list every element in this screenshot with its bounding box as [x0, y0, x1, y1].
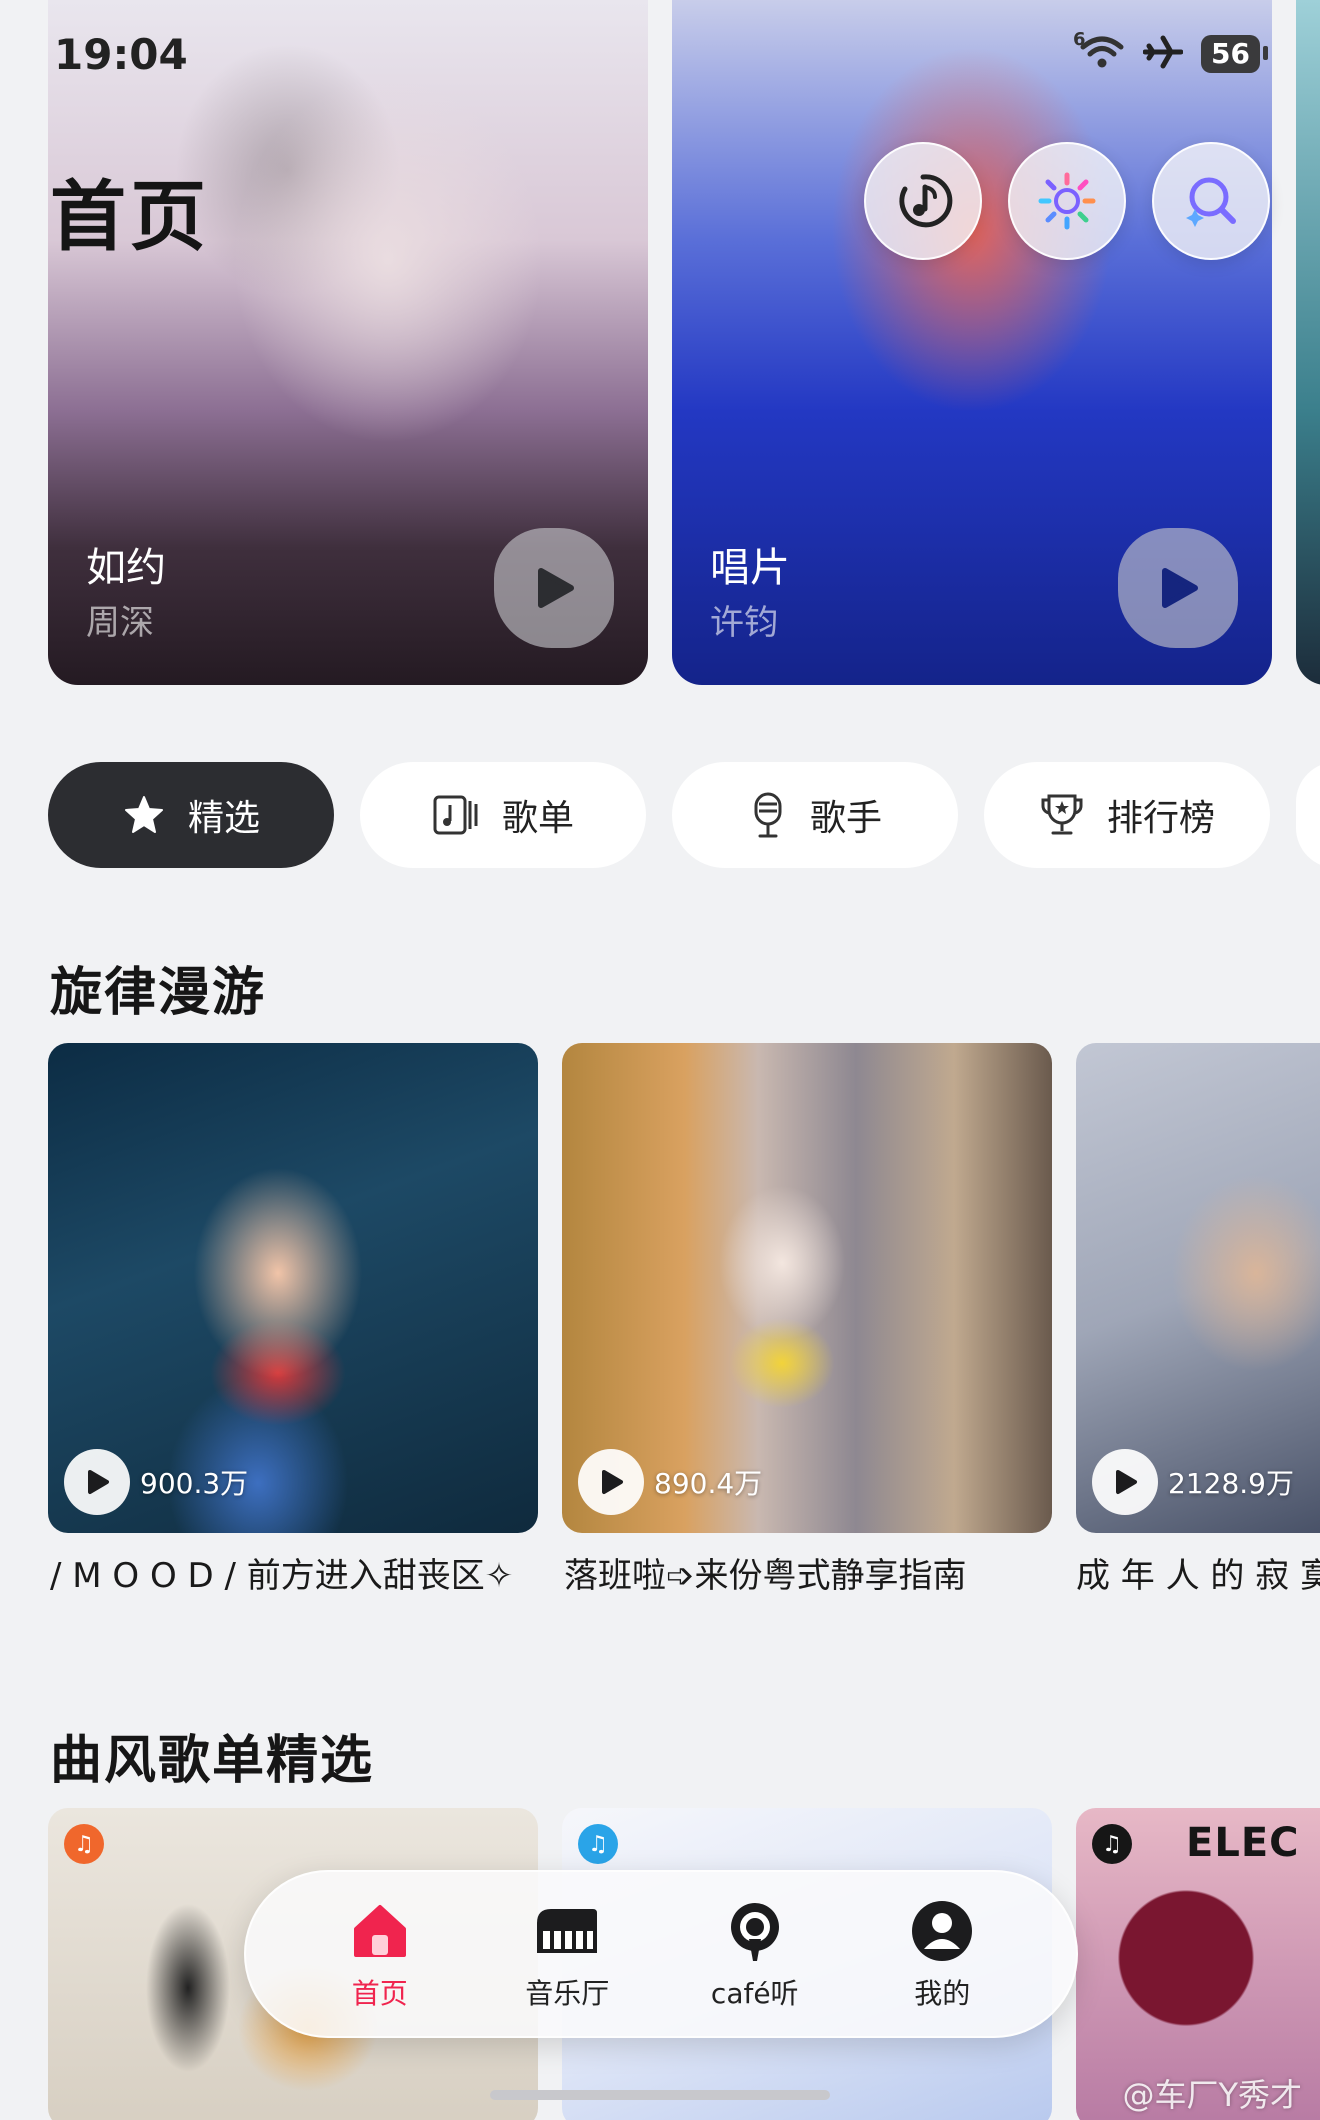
tab-featured[interactable]: 精选	[48, 762, 334, 868]
playlist-icon	[433, 795, 478, 835]
playlist-card-partial[interactable]: 2128.9万	[1076, 1043, 1320, 1533]
star-icon	[124, 796, 163, 833]
trophy-icon	[1041, 794, 1083, 835]
nav-label: 首页	[351, 1977, 408, 2010]
status-icons: 6 56	[1073, 29, 1268, 74]
play-button[interactable]	[1092, 1449, 1158, 1515]
tab-label: 精选	[187, 798, 260, 839]
ai-sparkle-button[interactable]	[1008, 142, 1126, 260]
hero-play-button[interactable]	[494, 528, 614, 648]
recognize-music-button[interactable]	[864, 142, 982, 260]
tab-artists[interactable]: 歌手	[672, 762, 958, 868]
play-count: 890.4万	[654, 1467, 763, 1500]
play-icon	[88, 1470, 109, 1494]
nav-profile[interactable]: 我的	[867, 1896, 1017, 2012]
top-actions	[864, 142, 1270, 260]
playlist-card[interactable]: 900.3万	[48, 1043, 538, 1533]
microphone-icon	[754, 792, 782, 838]
nav-home[interactable]: 首页	[305, 1896, 455, 2012]
search-button[interactable]	[1152, 142, 1270, 260]
tab-label: 排行榜	[1106, 798, 1215, 839]
play-count-overlay: 2128.9万	[1092, 1449, 1294, 1515]
tab-label: 歌单	[501, 798, 574, 839]
watermark: @车厂Y秀才	[1122, 2076, 1302, 2114]
play-icon	[1162, 568, 1198, 608]
play-icon	[602, 1470, 623, 1494]
page-title: 首页	[50, 172, 210, 261]
playlist-caption[interactable]: 成 年 人 的 寂 寞	[1076, 1548, 1320, 1597]
sparkle-icon	[1038, 172, 1096, 230]
hero-artist: 周深	[86, 603, 154, 643]
piano-icon	[532, 1896, 602, 1966]
home-icon	[345, 1896, 415, 1966]
battery-icon: 56	[1201, 35, 1268, 73]
hero-song-title: 唱片	[710, 545, 790, 591]
play-button[interactable]	[578, 1449, 644, 1515]
playlist-cover-label: ELEC	[1186, 1820, 1300, 1866]
section-title-genre-playlists: 曲风歌单精选	[50, 1731, 375, 1791]
playlist-caption[interactable]: / M O O D / 前方进入甜丧区✧	[50, 1548, 540, 1597]
tab-label: 歌手	[809, 798, 882, 839]
tab-more-partial[interactable]	[1296, 762, 1320, 868]
recognize-music-icon	[899, 174, 953, 228]
hero-play-button[interactable]	[1118, 528, 1238, 648]
bottom-nav: 首页 音乐厅 café听 我的	[244, 1870, 1078, 2038]
play-count: 2128.9万	[1168, 1467, 1294, 1500]
airplane-icon	[1142, 34, 1184, 74]
play-icon	[1116, 1470, 1137, 1494]
tab-charts[interactable]: 排行榜	[984, 762, 1270, 868]
status-time: 19:04	[54, 30, 188, 79]
hero-artist: 许钧	[710, 603, 778, 643]
play-button[interactable]	[64, 1449, 130, 1515]
play-count-overlay: 890.4万	[578, 1449, 762, 1515]
category-tabs: 精选 歌单 歌手 排行榜	[48, 762, 1270, 868]
profile-icon	[907, 1896, 977, 1966]
wifi-icon: 6	[1073, 29, 1125, 73]
play-count: 900.3万	[140, 1467, 249, 1500]
status-bar: 19:04 6 56	[0, 0, 1320, 110]
playlist-caption[interactable]: 落班啦➩来份粤式静享指南	[564, 1548, 1054, 1597]
network-label: 6	[1073, 29, 1086, 50]
music-note-icon: ♫	[1092, 1824, 1132, 1864]
hero-song-title: 如约	[86, 545, 166, 591]
podcast-icon	[720, 1896, 790, 1966]
play-count-overlay: 900.3万	[64, 1449, 248, 1515]
play-icon	[538, 568, 574, 608]
nav-cafe[interactable]: café听	[680, 1896, 830, 2012]
nav-label: 音乐厅	[525, 1977, 610, 2010]
nav-label: 我的	[914, 1977, 971, 2010]
search-icon	[1186, 177, 1236, 227]
nav-label: café听	[710, 1977, 799, 2010]
music-note-icon: ♫	[64, 1824, 104, 1864]
playlist-card[interactable]: 890.4万	[562, 1043, 1052, 1533]
section-title-melody-roam: 旋律漫游	[50, 963, 267, 1023]
tab-playlists[interactable]: 歌单	[360, 762, 646, 868]
music-note-icon: ♫	[578, 1824, 618, 1864]
nav-music-hall[interactable]: 音乐厅	[492, 1896, 642, 2012]
home-indicator[interactable]	[490, 2090, 830, 2100]
